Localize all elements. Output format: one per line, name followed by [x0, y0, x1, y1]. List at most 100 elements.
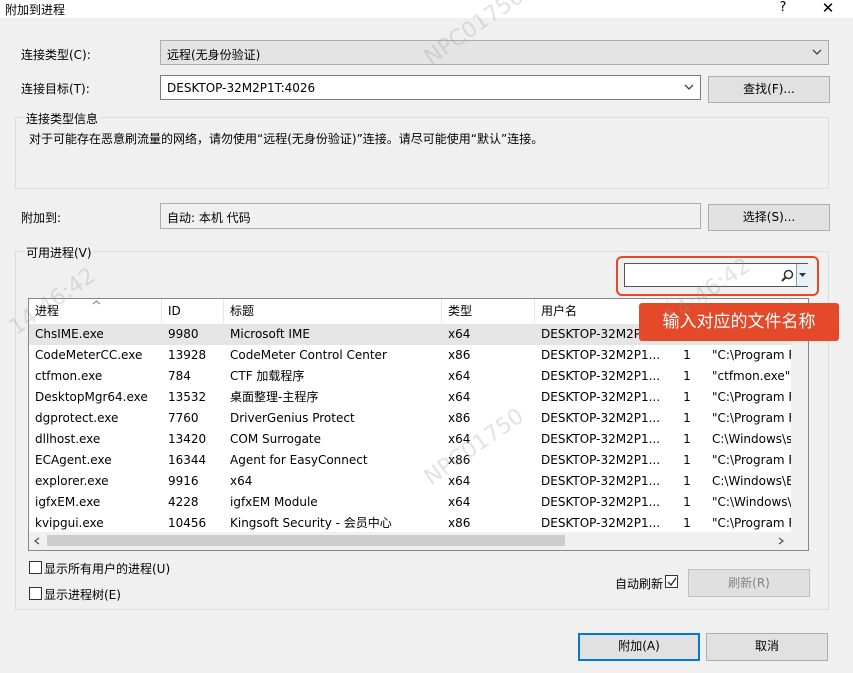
process-id-cell: 7760 — [168, 411, 199, 425]
process-title-cell: igfxEM Module — [230, 495, 318, 509]
process-title-cell: DriverGenius Protect — [230, 411, 355, 425]
process-id-cell: 13532 — [168, 390, 207, 404]
show-process-tree-label[interactable]: 显示进程树(E) — [44, 586, 121, 603]
search-icon[interactable] — [781, 269, 794, 282]
cancel-button[interactable]: 取消 — [706, 633, 828, 661]
process-name-cell: dllhost.exe — [35, 432, 101, 446]
process-session-cell: 1 — [683, 411, 691, 425]
attach-button[interactable]: 附加(A) — [578, 633, 700, 661]
column-header-type[interactable]: 类型 — [442, 299, 535, 323]
process-name-cell: CodeMeterCC.exe — [35, 348, 143, 362]
process-id-cell: 9980 — [168, 327, 199, 341]
process-session-cell: 1 — [683, 432, 691, 446]
process-command-cell: "C:\Windows\S — [712, 495, 791, 509]
process-user-cell: DESKTOP-32M2P1... — [541, 348, 661, 362]
search-dropdown-button[interactable] — [796, 264, 808, 286]
scroll-left-icon[interactable] — [34, 537, 40, 545]
chevron-down-icon — [812, 49, 822, 55]
select-button[interactable]: 选择(S)... — [708, 204, 830, 231]
column-header-id[interactable]: ID — [162, 299, 224, 323]
process-id-cell: 10456 — [168, 516, 207, 530]
connection-target-value: DESKTOP-32M2P1T:4026 — [167, 81, 316, 95]
process-user-cell: DESKTOP-32M2P1... — [541, 495, 661, 509]
table-row[interactable]: ctfmon.exe 784 CTF 加载程序 x64 DESKTOP-32M2P1..… — [29, 366, 808, 387]
dropdown-arrow-icon — [799, 273, 806, 277]
process-session-cell: 1 — [683, 474, 691, 488]
process-command-cell: "C:\Program Fi — [712, 348, 791, 362]
process-session-cell: 1 — [683, 453, 691, 467]
checkmark-icon — [667, 577, 677, 587]
connection-target-label: 连接目标(T): — [21, 82, 90, 96]
process-title-cell: 桌面整理-主程序 — [230, 390, 319, 404]
show-all-users-label[interactable]: 显示所有用户的进程(U) — [44, 560, 170, 577]
connection-info-text: 对于可能存在恶意刷流量的网络，请勿使用“远程(无身份验证)”连接。请尽可能使用“… — [29, 132, 544, 146]
connection-info-label: 连接类型信息 — [25, 110, 100, 127]
process-user-cell: DESKTOP-32M2P1... — [541, 369, 661, 383]
sort-ascending-icon — [92, 300, 101, 305]
process-id-cell: 9916 — [168, 474, 199, 488]
process-title-cell: COM Surrogate — [230, 432, 322, 446]
process-title-cell: CTF 加载程序 — [230, 369, 305, 383]
find-button[interactable]: 查找(F)... — [708, 76, 830, 103]
table-row[interactable]: igfxEM.exe 4228 igfxEM Module x64 DESKTOP-32… — [29, 492, 808, 513]
connection-info-group: 对于可能存在恶意刷流量的网络，请勿使用“远程(无身份验证)”连接。请尽可能使用“… — [15, 117, 829, 189]
process-session-cell: 1 — [683, 369, 691, 383]
process-id-cell: 13420 — [168, 432, 207, 446]
process-name-cell: kvipgui.exe — [35, 516, 104, 530]
process-user-cell: DESKTOP-32M2P1... — [541, 453, 661, 467]
table-row[interactable]: ECAgent.exe 16344 Agent for EasyConnect x86… — [29, 450, 808, 471]
table-row[interactable]: CodeMeterCC.exe 13928 CodeMeter Control Ce… — [29, 345, 808, 366]
connection-target-combo[interactable]: DESKTOP-32M2P1T:4026 — [160, 75, 701, 100]
process-name-cell: explorer.exe — [35, 474, 109, 488]
table-row[interactable]: dllhost.exe 13420 COM Surrogate x64 DESKTOP-… — [29, 429, 808, 450]
process-command-cell: C:\Windows\sy — [712, 432, 791, 446]
column-header-title[interactable]: 标题 — [224, 299, 442, 323]
process-command-cell: "C:\Program Fi — [712, 411, 791, 425]
process-user-cell: DESKTOP-32M2P1... — [541, 390, 661, 404]
horizontal-scrollbar-thumb[interactable] — [47, 535, 565, 546]
process-type-cell: x64 — [448, 495, 471, 509]
scroll-right-icon[interactable] — [778, 537, 784, 545]
attach-to-field: 自动: 本机 代码 — [160, 203, 701, 229]
connection-type-label: 连接类型(C): — [21, 48, 91, 62]
close-button[interactable]: ✕ — [816, 0, 840, 17]
table-row[interactable]: explorer.exe 9916 x64 x64 DESKTOP-32M2P1... 1… — [29, 471, 808, 492]
show-all-users-checkbox[interactable] — [29, 561, 42, 574]
process-command-cell: "ctfmon.exe" — [712, 369, 791, 383]
process-session-cell: 1 — [683, 390, 691, 404]
process-title-cell: x64 — [230, 474, 253, 488]
auto-refresh-label[interactable]: 自动刷新 — [615, 575, 663, 592]
process-id-cell: 16344 — [168, 453, 207, 467]
title-bar: 附加到进程 ? ✕ — [0, 0, 853, 18]
process-id-cell: 13928 — [168, 348, 207, 362]
vertical-scrollbar[interactable] — [791, 323, 808, 532]
help-button[interactable]: ? — [771, 0, 795, 18]
table-row[interactable]: DesktopMgr64.exe 13532 桌面整理-主程序 x64 DESKTOP-… — [29, 387, 808, 408]
table-row[interactable]: dgprotect.exe 7760 DriverGenius Protect x86… — [29, 408, 808, 429]
available-processes-label: 可用进程(V) — [25, 244, 93, 261]
show-process-tree-checkbox[interactable] — [29, 587, 42, 600]
refresh-button[interactable]: 刷新(R) — [688, 569, 810, 597]
process-title-cell: Microsoft IME — [230, 327, 310, 341]
auto-refresh-checkbox[interactable] — [665, 575, 678, 588]
process-type-cell: x64 — [448, 390, 471, 404]
horizontal-scrollbar[interactable] — [29, 532, 808, 550]
chevron-down-icon — [684, 84, 694, 90]
process-session-cell: 1 — [683, 516, 691, 530]
process-type-cell: x86 — [448, 348, 471, 362]
connection-type-value: 远程(无身份验证) — [167, 48, 261, 62]
connection-type-select[interactable]: 远程(无身份验证) — [160, 40, 829, 65]
process-title-cell: Kingsoft Security - 会员中心 — [230, 516, 392, 530]
process-name-cell: igfxEM.exe — [35, 495, 101, 509]
process-title-cell: Agent for EasyConnect — [230, 453, 368, 467]
process-user-cell: DESKTOP-32M2P1... — [541, 516, 661, 530]
process-id-cell: 4228 — [168, 495, 199, 509]
process-user-cell: DESKTOP-32M2P1... — [541, 474, 661, 488]
window-title: 附加到进程 — [5, 3, 66, 17]
process-name-cell: ECAgent.exe — [35, 453, 112, 467]
table-row[interactable]: kvipgui.exe 10456 Kingsoft Security - 会员中心… — [29, 513, 808, 534]
process-name-cell: DesktopMgr64.exe — [35, 390, 148, 404]
process-session-cell: 1 — [683, 348, 691, 362]
process-type-cell: x86 — [448, 516, 471, 530]
process-id-cell: 784 — [168, 369, 191, 383]
